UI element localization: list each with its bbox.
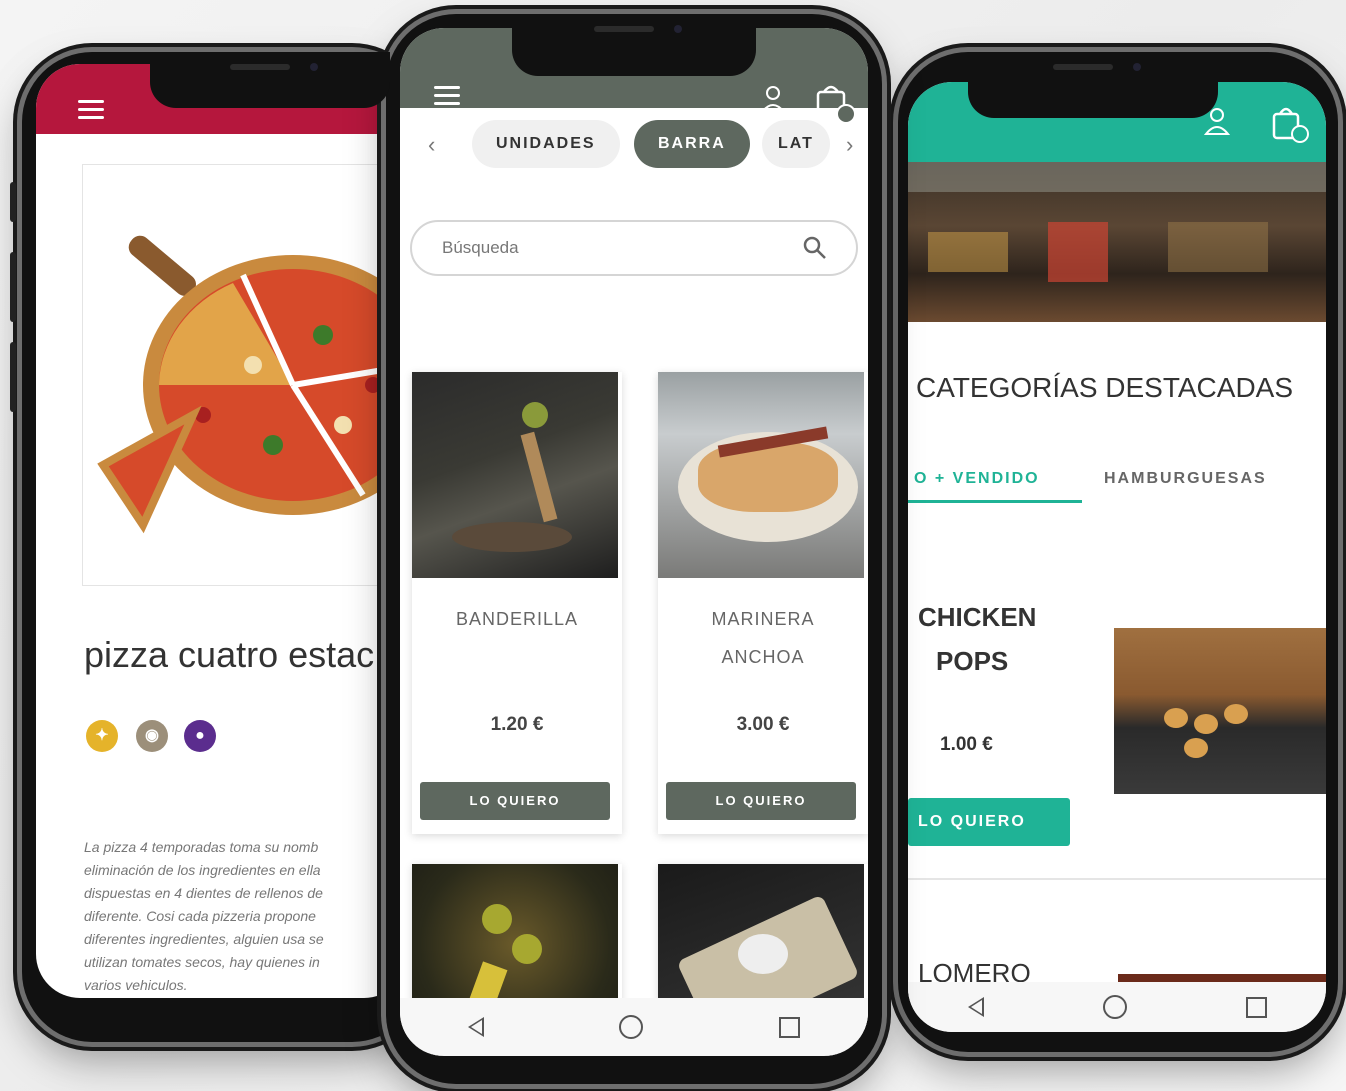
home-icon[interactable] (619, 1015, 644, 1039)
android-nav-bar (908, 982, 1326, 1032)
phone-right: CATEGORÍAS DESTACADAS O + VENDIDO HAMBUR… (898, 52, 1338, 1052)
restaurant-banner (908, 162, 1326, 322)
product-name: BANDERILLA (455, 609, 579, 629)
product-title: pizza cuatro estac (84, 634, 375, 675)
description-line: dispuestas en 4 dientes de rellenos de (84, 885, 323, 901)
volume-button (10, 182, 16, 222)
back-icon[interactable] (967, 997, 984, 1017)
phone-notch (968, 52, 1218, 118)
volume-button (10, 342, 16, 412)
recent-apps-icon[interactable] (779, 1016, 801, 1038)
back-icon[interactable] (467, 1017, 484, 1037)
description-line: diferentes ingredientes, alguien usa se (84, 931, 324, 947)
product-name: MARINERA ANCHOA (711, 609, 815, 667)
product-price: 1.20 € (490, 714, 544, 735)
description-line: eliminación de los ingredientes en ella (84, 862, 321, 878)
home-icon[interactable] (1102, 995, 1127, 1019)
phone-right-screen: CATEGORÍAS DESTACADAS O + VENDIDO HAMBUR… (908, 82, 1326, 1032)
android-nav-bar (400, 998, 868, 1056)
volume-button (10, 252, 16, 322)
divider (908, 878, 1326, 880)
product-image (412, 372, 618, 578)
search-icon[interactable] (802, 235, 828, 261)
phone-notch (150, 52, 390, 108)
tab-mas-vendido[interactable]: O + VENDIDO (914, 470, 1040, 488)
item-image (1118, 974, 1326, 982)
account-icon[interactable] (760, 84, 786, 114)
phone-center: ‹ UNIDADES BARRA LAT › Búsqueda BANDERIL… (386, 14, 882, 1084)
active-tab-indicator (908, 500, 1082, 503)
cart-icon[interactable] (1270, 102, 1310, 146)
lactose-icon: ◉ (136, 720, 168, 752)
item-image (1114, 628, 1326, 794)
tab-barra[interactable]: BARRA (634, 120, 750, 168)
product-image (658, 372, 864, 578)
order-button[interactable]: LO QUIERO (666, 782, 856, 820)
item-name: POPS (936, 646, 1009, 676)
phone-left-screen: pizza cuatro estac ✦ ◉ ● La pizza 4 temp… (36, 64, 408, 998)
tab-lat[interactable]: LAT (762, 120, 830, 168)
phone-notch (512, 14, 756, 76)
phone-left: pizza cuatro estac ✦ ◉ ● La pizza 4 temp… (10, 52, 422, 1042)
search-input[interactable]: Búsqueda (410, 220, 858, 276)
product-card: MARINERA ANCHOA 3.00 € LO QUIERO (658, 372, 868, 834)
order-button[interactable]: LO QUIERO (420, 782, 610, 820)
product-price: 3.00 € (736, 714, 790, 735)
menu-icon[interactable] (434, 86, 460, 106)
product-card: BANDERILLA 1.20 € LO QUIERO (412, 372, 622, 834)
description-line: La pizza 4 temporadas toma su nomb (84, 839, 319, 855)
item-price: 1.00 € (940, 734, 993, 755)
chevron-right-icon[interactable]: › (846, 132, 853, 158)
description-line: varios vehiculos. (84, 977, 188, 993)
gluten-icon: ✦ (86, 720, 118, 752)
chevron-left-icon[interactable]: ‹ (428, 132, 435, 158)
product-description: La pizza 4 temporadas toma su nomb elimi… (84, 836, 404, 997)
category-tabs: ‹ UNIDADES BARRA LAT › (400, 120, 868, 176)
item-name: CHICKEN (918, 602, 1037, 632)
product-image (82, 164, 408, 586)
section-title: CATEGORÍAS DESTACADAS (916, 372, 1294, 403)
egg-icon: ● (184, 720, 216, 752)
description-line: utilizan tomates secos, hay quienes in (84, 954, 320, 970)
recent-apps-icon[interactable] (1245, 996, 1267, 1018)
description-line: diferente. Cosi cada pizzeria propone (84, 908, 316, 924)
menu-icon[interactable] (78, 100, 104, 120)
phone-center-screen: ‹ UNIDADES BARRA LAT › Búsqueda BANDERIL… (400, 28, 868, 1056)
tab-unidades[interactable]: UNIDADES (472, 120, 620, 168)
search-placeholder: Búsqueda (442, 238, 519, 257)
order-button[interactable]: LO QUIERO (908, 798, 1070, 846)
tab-hamburguesas[interactable]: HAMBURGUESAS (1104, 470, 1267, 488)
